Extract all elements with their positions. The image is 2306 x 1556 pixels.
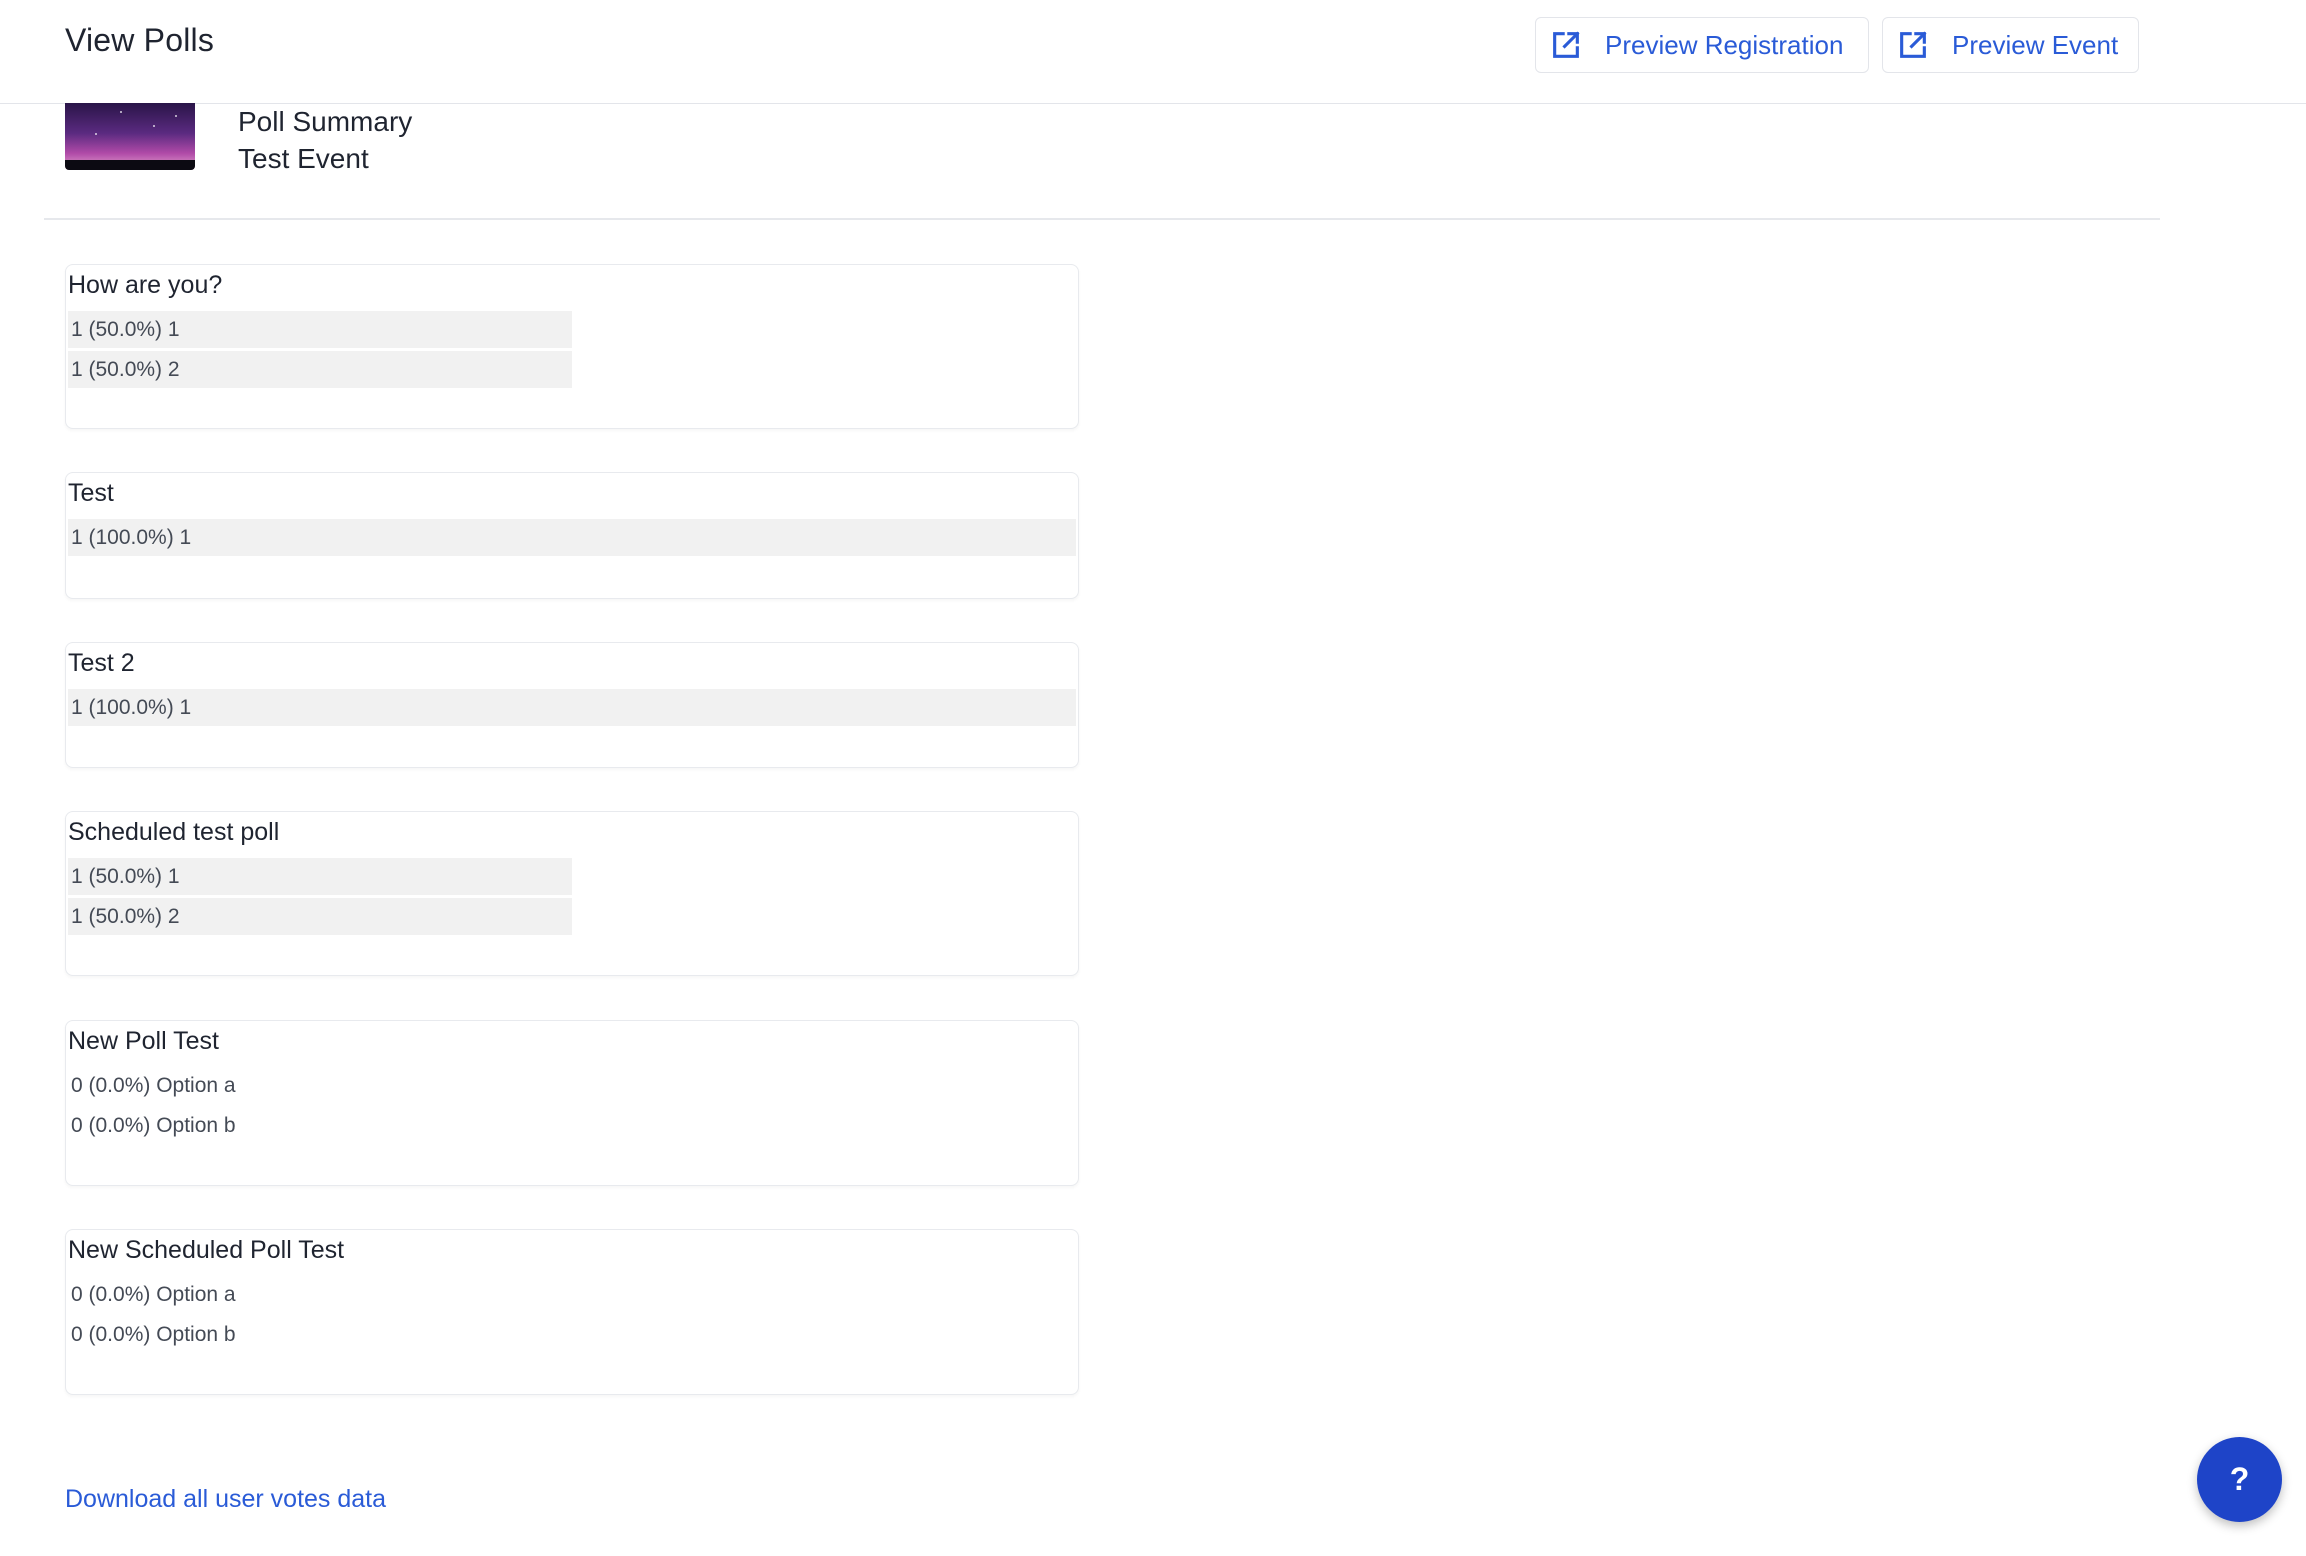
poll-question: Scheduled test poll [68,818,280,846]
poll-option: 1 (50.0%) 2 [68,351,1076,388]
poll-option-label: 1 (100.0%) 1 [71,695,192,719]
event-name: Test Event [238,143,369,174]
poll-question: New Poll Test [68,1027,219,1055]
poll-card: Test 1 (100.0%) 1 [65,472,1079,599]
poll-card: Scheduled test poll 1 (50.0%) 1 1 (50.0%… [65,811,1079,976]
poll-option: 1 (50.0%) 1 [68,858,1076,895]
summary-title: Poll Summary [238,106,413,137]
poll-option: 0 (0.0%) Option b [68,1107,1076,1144]
poll-option-label: 0 (0.0%) Option b [71,1322,236,1346]
poll-option-label: 0 (0.0%) Option a [71,1073,236,1097]
poll-question: How are you? [68,271,223,299]
download-votes-link[interactable]: Download all user votes data [65,1485,386,1514]
external-link-icon [1900,31,1927,58]
poll-option-label: 1 (50.0%) 2 [71,904,180,928]
poll-option-label: 0 (0.0%) Option b [71,1113,236,1137]
poll-option-label: 1 (100.0%) 1 [71,525,192,549]
poll-question: New Scheduled Poll Test [68,1236,345,1264]
poll-option: 1 (50.0%) 2 [68,898,1076,935]
page-title: View Polls [65,22,215,58]
event-thumbnail [65,103,195,170]
poll-option: 1 (50.0%) 1 [68,311,1076,348]
help-button[interactable]: ? [2197,1437,2282,1522]
poll-option: 1 (100.0%) 1 [68,519,1076,556]
poll-question: Test [68,479,114,507]
poll-option: 0 (0.0%) Option a [68,1067,1076,1104]
preview-event-button[interactable]: Preview Event [1882,17,2139,73]
poll-option-bar [68,689,1076,726]
poll-option: 0 (0.0%) Option a [68,1276,1076,1313]
poll-summary-header: Poll Summary Test Event [0,103,2160,219]
poll-option: 0 (0.0%) Option b [68,1316,1076,1353]
poll-card: New Scheduled Poll Test 0 (0.0%) Option … [65,1229,1079,1395]
poll-question: Test 2 [68,649,135,677]
preview-event-label: Preview Event [1952,29,2119,60]
poll-card: Test 2 1 (100.0%) 1 [65,642,1079,768]
preview-registration-label: Preview Registration [1605,29,1844,60]
preview-registration-button[interactable]: Preview Registration [1535,17,1869,73]
question-mark-icon: ? [2229,1461,2250,1497]
top-bar: View Polls Preview Registration Preview … [0,0,2306,104]
poll-option-label: 1 (50.0%) 1 [71,317,180,341]
poll-option-label: 1 (50.0%) 1 [71,864,180,888]
poll-card: New Poll Test 0 (0.0%) Option a 0 (0.0%)… [65,1020,1079,1186]
poll-option-label: 1 (50.0%) 2 [71,357,180,381]
poll-card: How are you? 1 (50.0%) 1 1 (50.0%) 2 [65,264,1079,429]
external-link-icon [1553,31,1580,58]
poll-option-bar [68,519,1076,556]
poll-option-label: 0 (0.0%) Option a [71,1282,236,1306]
poll-option: 1 (100.0%) 1 [68,689,1076,726]
divider [44,218,2160,220]
